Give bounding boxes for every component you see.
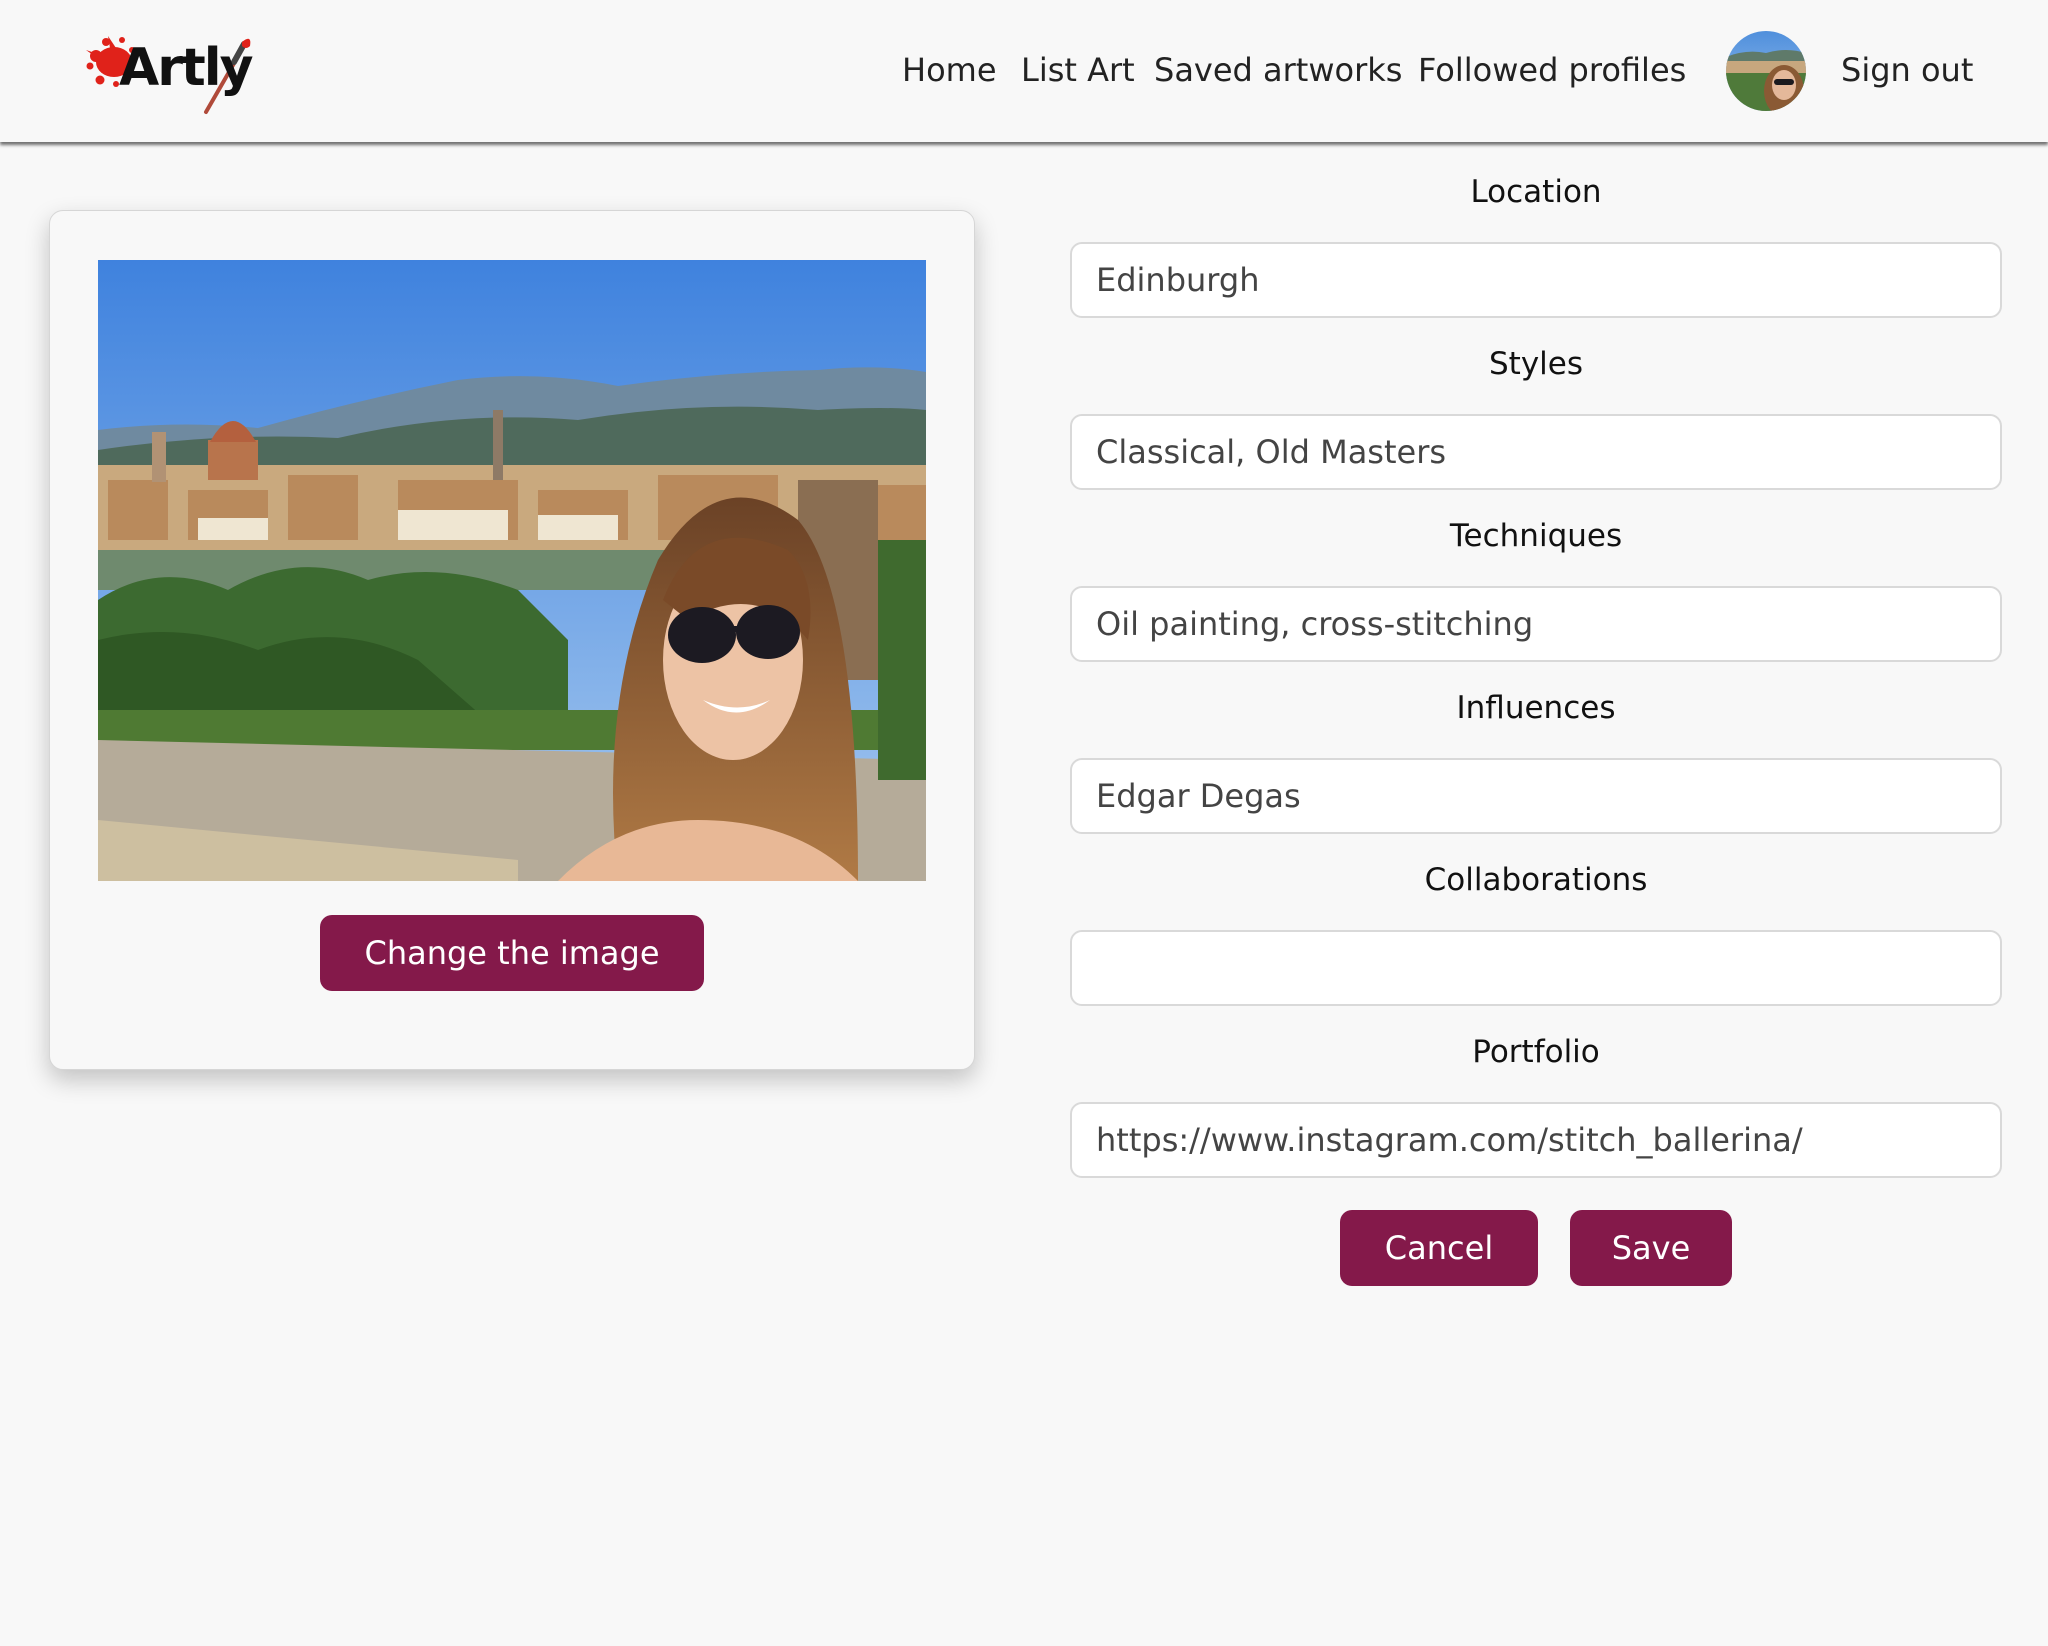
location-label: Location: [1470, 174, 1602, 210]
change-image-button[interactable]: Change the image: [320, 915, 704, 991]
location-input[interactable]: [1070, 242, 2002, 318]
portfolio-label: Portfolio: [1472, 1034, 1600, 1070]
influences-label: Influences: [1456, 690, 1616, 726]
collaborations-input[interactable]: [1070, 930, 2002, 1006]
portfolio-input[interactable]: [1070, 1102, 2002, 1178]
artly-logo[interactable]: Artly: [86, 36, 256, 116]
avatar-photo-icon: [1726, 31, 1806, 111]
styles-label: Styles: [1488, 346, 1583, 382]
techniques-label: Techniques: [1449, 518, 1623, 554]
nav-sign-out[interactable]: Sign out: [1841, 48, 1973, 92]
influences-input[interactable]: [1070, 758, 2002, 834]
nav-saved-artworks[interactable]: Saved artworks: [1154, 48, 1402, 92]
collaborations-label: Collaborations: [1424, 862, 1648, 898]
navbar: Artly Home List Art Saved artworks Follo…: [0, 0, 2048, 142]
user-avatar[interactable]: [1726, 31, 1806, 111]
nav-followed-profiles[interactable]: Followed profiles: [1418, 48, 1686, 92]
profile-image-card: Change the image: [49, 210, 975, 1070]
logo-wordmark: Artly: [119, 38, 253, 98]
nav-home[interactable]: Home: [902, 48, 997, 92]
techniques-input[interactable]: [1070, 586, 2002, 662]
profile-photo: [98, 260, 926, 881]
florence-selfie-image: [98, 260, 926, 881]
save-button[interactable]: Save: [1570, 1210, 1732, 1286]
styles-input[interactable]: [1070, 414, 2002, 490]
cancel-button[interactable]: Cancel: [1340, 1210, 1538, 1286]
nav-list-art[interactable]: List Art: [1021, 48, 1135, 92]
